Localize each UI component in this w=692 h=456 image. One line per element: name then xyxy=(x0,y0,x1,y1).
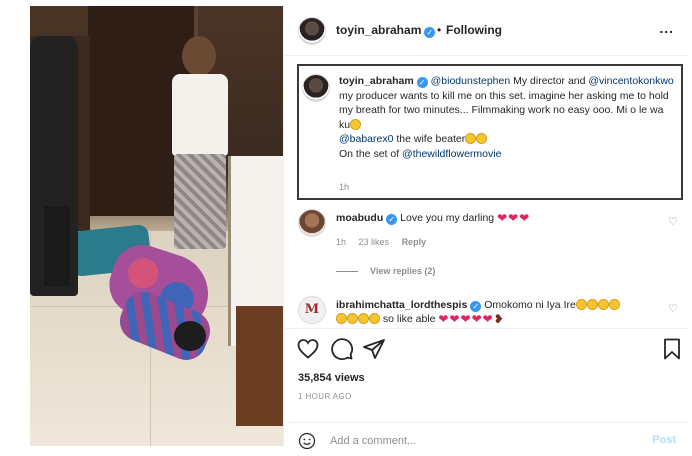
more-options-button[interactable]: ... xyxy=(659,20,674,36)
heart-emoji-icon: ❤ xyxy=(519,211,530,225)
share-send-icon[interactable] xyxy=(362,337,386,361)
heart-emoji-icon: ❤ xyxy=(471,312,482,326)
commenter-username[interactable]: ibrahimchatta_lordthespis xyxy=(336,299,467,311)
save-bookmark-icon[interactable] xyxy=(660,337,684,361)
following-button[interactable]: Following xyxy=(446,23,502,37)
add-comment-input[interactable] xyxy=(330,432,620,450)
comment-message: so like able xyxy=(382,313,436,325)
heart-emoji-icon: ❤ xyxy=(497,211,508,225)
laughing-emoji-icon xyxy=(336,313,347,324)
photo-woman-head xyxy=(174,321,206,351)
photo-man-head xyxy=(182,36,216,76)
post-comment-button[interactable]: Post xyxy=(652,434,676,446)
laughing-emoji-icon xyxy=(586,299,598,310)
heart-emoji-icon: ❤ xyxy=(460,312,471,326)
laughing-emoji-icon xyxy=(358,313,369,324)
comment-meta: 1h 23 likes Reply xyxy=(336,237,436,247)
caption-text: toyin_abraham ✓ @biodunstephen My directo… xyxy=(339,74,677,161)
post-header: toyin_abraham ✓ • Following ... xyxy=(284,6,688,56)
view-replies-button[interactable]: View replies (2) xyxy=(336,266,435,276)
screenshot-frame: toyin_abraham ✓ • Following ... toyin_abr… xyxy=(0,0,692,456)
comment-text: moabudu ✓ Love you my darling ❤❤❤ xyxy=(336,211,656,225)
views-count[interactable]: 35,854 views xyxy=(298,372,365,384)
laughing-emoji-icon xyxy=(575,299,587,310)
laughing-emoji-icon xyxy=(350,118,362,130)
caption-segment: My director and xyxy=(510,75,589,87)
verified-icon: ✓ xyxy=(386,214,398,225)
comment-message: Love you my darling xyxy=(400,212,495,224)
laughing-emoji-icon xyxy=(347,313,358,324)
broken-heart-emoji-icon: ❥ xyxy=(493,312,504,326)
photo-person-left-leg xyxy=(44,206,70,286)
like-heart-icon[interactable] xyxy=(296,337,320,361)
caption-username[interactable]: toyin_abraham xyxy=(339,75,414,87)
commenter-username[interactable]: moabudu xyxy=(336,212,383,224)
laughing-emoji-icon xyxy=(597,299,609,310)
commenter-avatar[interactable]: M xyxy=(298,296,326,324)
emoji-smile-icon[interactable] xyxy=(298,432,316,450)
author-username-text[interactable]: toyin_abraham xyxy=(336,23,421,37)
comment-like-icon[interactable]: ♡ xyxy=(668,302,678,315)
caption-segment: the wife beater xyxy=(393,133,466,145)
photo-standing-man xyxy=(160,36,240,256)
comment-likes-count[interactable]: 23 likes xyxy=(359,237,390,247)
laughing-emoji-icon xyxy=(369,313,380,324)
header-dot-separator: • xyxy=(437,23,442,37)
post-photo[interactable] xyxy=(30,6,283,446)
reply-button[interactable]: Reply xyxy=(402,237,427,247)
caption-segment: On the set of xyxy=(339,147,403,160)
laughing-emoji-icon xyxy=(476,133,488,144)
photo-man-vest xyxy=(172,74,228,156)
verified-icon: ✓ xyxy=(470,301,482,312)
post-side-panel: toyin_abraham ✓ • Following ... toyin_abr… xyxy=(283,6,688,450)
comment-time: 1h xyxy=(336,237,347,247)
heart-emoji-icon: ❤ xyxy=(438,312,449,326)
mention-link[interactable]: @babarex0 xyxy=(339,133,393,145)
post-time-ago: 1 HOUR AGO xyxy=(298,392,352,401)
author-username[interactable]: toyin_abraham ✓ xyxy=(336,23,436,38)
laughing-emoji-icon xyxy=(465,133,477,144)
comment-like-icon[interactable]: ♡ xyxy=(668,215,678,228)
heart-emoji-icon: ❤ xyxy=(482,312,493,326)
photo-bed-frame xyxy=(236,306,283,426)
photo-man-pants xyxy=(174,154,226,249)
mention-link[interactable]: @vincentokonkwo xyxy=(588,75,673,87)
mention-link[interactable]: @thewildflowermovie xyxy=(402,148,501,160)
photo-lying-woman xyxy=(90,237,220,367)
comment-item: M ibrahimchatta_lordthespis ✓ Omokomo ni … xyxy=(284,296,688,330)
caption-timestamp: 1h xyxy=(339,182,350,192)
verified-icon: ✓ xyxy=(416,77,428,88)
laughing-emoji-icon xyxy=(608,299,620,310)
caption-avatar[interactable] xyxy=(302,74,330,102)
verified-icon: ✓ xyxy=(424,27,436,38)
mention-link[interactable]: @biodunstephen xyxy=(431,75,511,87)
comment-message: Omokomo ni Iya Ire xyxy=(484,299,576,311)
comment-text: ibrahimchatta_lordthespis ✓ Omokomo ni Iy… xyxy=(336,298,666,326)
add-comment-bar: Post xyxy=(284,422,688,450)
heart-emoji-icon: ❤ xyxy=(449,312,460,326)
commenter-avatar[interactable] xyxy=(298,209,326,237)
heart-emoji-icon: ❤ xyxy=(508,211,519,225)
comment-item: moabudu ✓ Love you my darling ❤❤❤ ♡ 1h 23… xyxy=(284,209,688,279)
caption-segment: my producer wants to kill me on this set… xyxy=(339,89,669,131)
post-actions-bar xyxy=(284,328,688,368)
author-avatar[interactable] xyxy=(298,17,326,45)
comment-bubble-icon[interactable] xyxy=(330,337,354,361)
caption-highlight-box: toyin_abraham ✓ @biodunstephen My directo… xyxy=(297,64,683,200)
